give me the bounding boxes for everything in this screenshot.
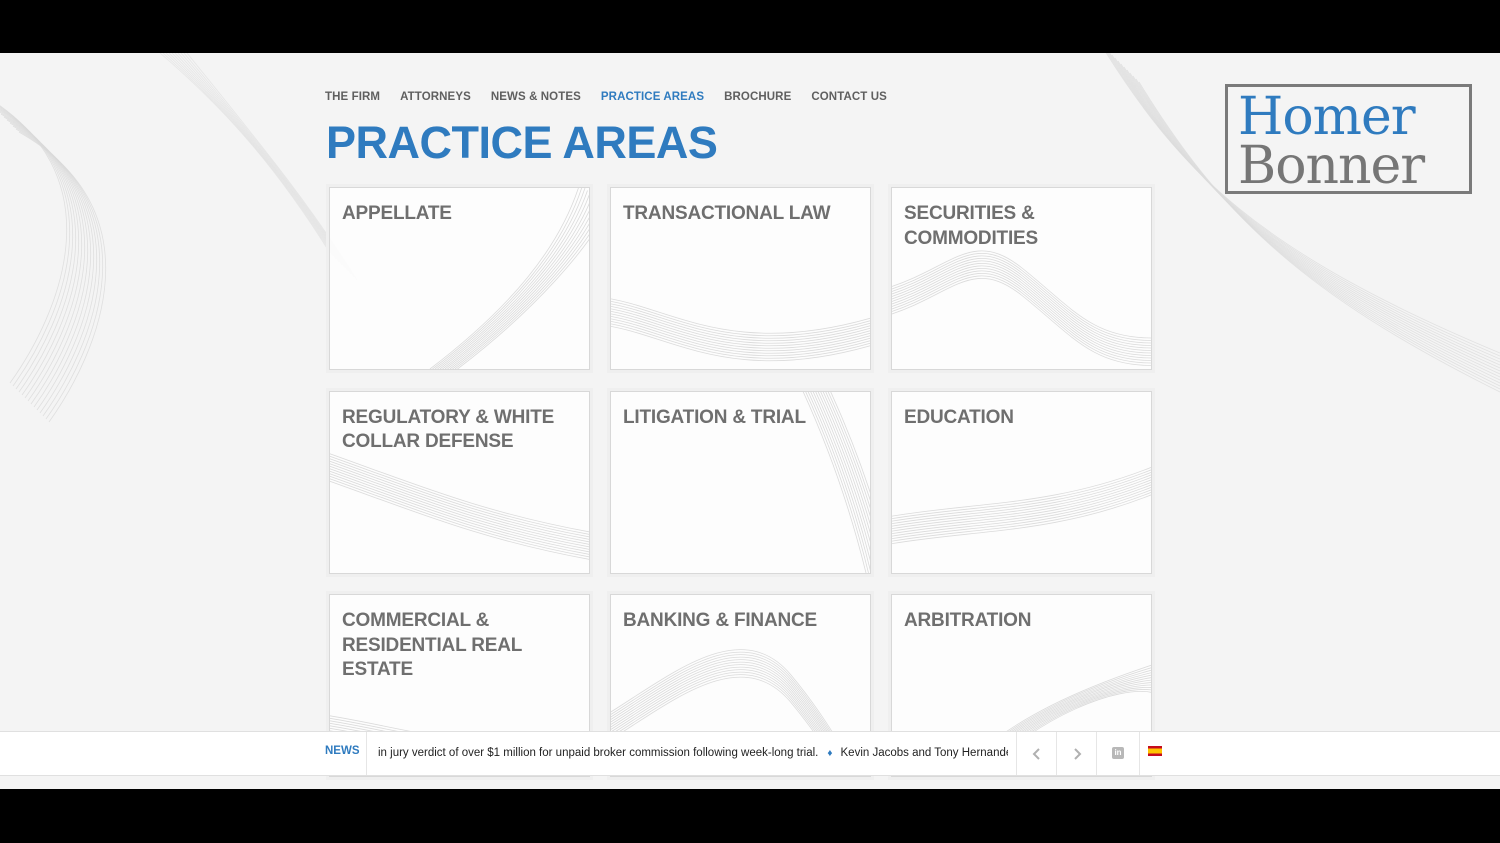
practice-area-title: TRANSACTIONAL LAW: [623, 203, 831, 224]
practice-area-title: REGULATORY & WHITE COLLAR DEFENSE: [342, 406, 555, 453]
page: THE FIRM ATTORNEYS NEWS & NOTES PRACTICE AR…: [0, 53, 1500, 789]
practice-area-card[interactable]: TRANSACTIONAL LAW: [610, 187, 871, 370]
practice-area-title: BANKING & FINANCE: [623, 610, 817, 631]
spanish-flag-icon[interactable]: [1148, 746, 1162, 756]
practice-area-card[interactable]: REGULATORY & WHITE COLLAR DEFENSE: [329, 390, 590, 574]
nav-the-firm[interactable]: THE FIRM: [325, 91, 380, 103]
news-item[interactable]: Kevin Jacobs and Tony Hernandez were: [841, 747, 1009, 759]
practice-area-card[interactable]: EDUCATION: [891, 390, 1152, 574]
nav-brochure[interactable]: BROCHURE: [724, 91, 791, 103]
practice-area-title: SECURITIES & COMMODITIES: [904, 203, 1038, 249]
logo-line-2: Bonner: [1238, 136, 1425, 196]
practice-area-title: ARBITRATION: [904, 610, 1032, 631]
practice-area-title: COMMERCIAL & RESIDENTIAL REAL ESTATE: [342, 610, 522, 680]
homer-bonner-logo[interactable]: Homer Bonner: [1225, 84, 1472, 194]
practice-area-title: LITIGATION & TRIAL: [623, 406, 806, 428]
news-item[interactable]: in jury verdict of over $1 million for u…: [378, 747, 818, 759]
nav-news-notes[interactable]: NEWS & NOTES: [491, 91, 581, 103]
page-title: PRACTICE AREAS: [326, 117, 718, 168]
prev-news-button[interactable]: [1016, 732, 1057, 775]
main-nav: THE FIRM ATTORNEYS NEWS & NOTES PRACTICE AR…: [325, 91, 887, 103]
news-ticker-bar: NEWS in jury verdict of over $1 million …: [0, 731, 1500, 776]
linkedin-icon[interactable]: in: [1112, 747, 1124, 759]
nav-contact-us[interactable]: CONTACT US: [811, 91, 887, 103]
practice-area-title: APPELLATE: [342, 203, 452, 224]
practice-area-card[interactable]: APPELLATE: [329, 187, 590, 370]
chevron-left-icon: [1032, 748, 1040, 760]
nav-attorneys[interactable]: ATTORNEYS: [400, 91, 471, 103]
diamond-separator-icon: ♦: [827, 748, 833, 759]
next-news-button[interactable]: [1056, 732, 1097, 775]
news-ticker[interactable]: in jury verdict of over $1 million for u…: [378, 732, 1008, 775]
practice-area-card[interactable]: SECURITIES & COMMODITIES: [891, 187, 1152, 370]
nav-practice-areas[interactable]: PRACTICE AREAS: [601, 91, 704, 103]
chevron-right-icon: [1074, 748, 1082, 760]
practice-area-title: EDUCATION: [904, 406, 1014, 428]
news-label: NEWS: [325, 745, 360, 757]
divider: [366, 732, 367, 775]
practice-area-card[interactable]: LITIGATION & TRIAL: [610, 390, 871, 574]
